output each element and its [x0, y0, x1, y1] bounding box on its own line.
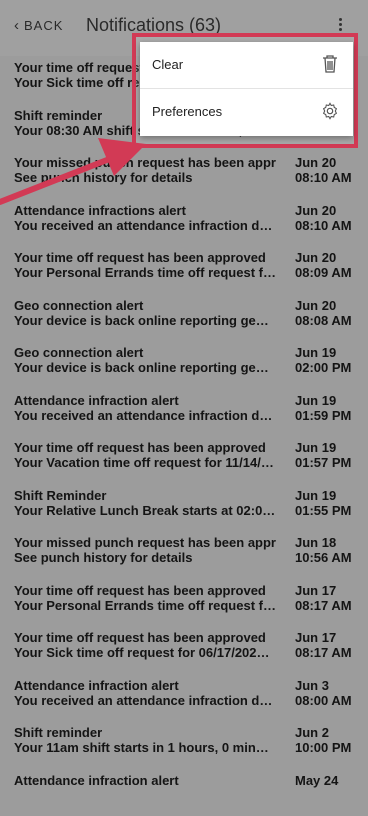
notification-body: Your Vacation time off request for 11/14…	[14, 455, 276, 470]
notification-date: Jun 18	[295, 535, 336, 550]
notification-body: Your Personal Errands time off request f…	[14, 265, 276, 280]
notification-time: 01:59 PM	[295, 408, 351, 423]
notification-body: You received an attendance infraction du…	[14, 408, 276, 423]
list-item[interactable]: Attendance infractions alert You receive…	[0, 199, 368, 247]
notification-title: Your time off request has been approved	[14, 630, 276, 645]
notification-date: Jun 19	[295, 393, 336, 408]
notification-body: See punch history for details	[14, 170, 276, 185]
notification-time: 01:57 PM	[295, 455, 351, 470]
notification-date: Jun 2	[295, 725, 329, 740]
notification-body: See punch history for details	[14, 550, 276, 565]
notification-date: Jun 19	[295, 345, 336, 360]
notification-title: Shift reminder	[14, 725, 276, 740]
list-item[interactable]: Your time off request has been approved …	[0, 579, 368, 627]
list-item[interactable]: Geo connection alert Your device is back…	[0, 294, 368, 342]
notification-time: 01:55 PM	[295, 503, 351, 518]
notification-time: 08:10 AM	[295, 218, 352, 233]
notification-body: Your device is back online reporting geo…	[14, 313, 276, 328]
list-item[interactable]: Shift Reminder Your Relative Lunch Break…	[0, 484, 368, 532]
list-item[interactable]: Geo connection alert Your device is back…	[0, 341, 368, 389]
notification-date: Jun 19	[295, 488, 336, 503]
notification-body: You received an attendance infraction du…	[14, 218, 276, 233]
list-item[interactable]: Your time off request has been approved …	[0, 246, 368, 294]
menu-item-preferences[interactable]: Preferences	[140, 89, 353, 135]
list-item[interactable]: Your time off request has been approved …	[0, 626, 368, 674]
list-item[interactable]: Your missed punch request has been appr.…	[0, 531, 368, 579]
back-label: BACK	[24, 18, 63, 33]
notification-date: Jun 19	[295, 440, 336, 455]
options-menu: Clear Preferences	[140, 42, 353, 136]
notification-title: Attendance infraction alert	[14, 393, 276, 408]
notification-date: May 24	[295, 773, 338, 788]
back-button[interactable]: ‹ BACK	[14, 18, 63, 33]
gear-icon	[321, 101, 339, 121]
notification-time: 10:00 PM	[295, 740, 351, 755]
trash-icon	[321, 54, 339, 74]
notification-title: Attendance infraction alert	[14, 773, 276, 788]
notification-time: 08:09 AM	[295, 265, 352, 280]
notification-time: 02:00 PM	[295, 360, 351, 375]
notification-body: Your Personal Errands time off request f…	[14, 598, 276, 613]
notification-time: 08:17 AM	[295, 598, 352, 613]
notification-title: Attendance infraction alert	[14, 678, 276, 693]
list-item[interactable]: Your time off request has been approved …	[0, 436, 368, 484]
notification-date: Jun 20	[295, 203, 336, 218]
notification-time: 08:10 AM	[295, 170, 352, 185]
chevron-left-icon: ‹	[14, 18, 20, 33]
notification-title: Your missed punch request has been appr.…	[14, 155, 276, 170]
notification-date: Jun 17	[295, 630, 336, 645]
menu-item-clear[interactable]: Clear	[140, 42, 353, 89]
list-item[interactable]: Attendance infraction alert May 24	[0, 769, 368, 816]
notification-title: Geo connection alert	[14, 298, 276, 313]
notification-date: Jun 17	[295, 583, 336, 598]
notification-date: Jun 20	[295, 250, 336, 265]
notification-date: Jun 20	[295, 155, 336, 170]
menu-item-label: Clear	[152, 57, 183, 72]
notification-title: Your time off request has been approved	[14, 440, 276, 455]
list-item[interactable]: Attendance infraction alert You received…	[0, 674, 368, 722]
notification-title: Your time off request has been approved	[14, 250, 276, 265]
notification-title: Your missed punch request has been appr.…	[14, 535, 276, 550]
notification-time: 08:08 AM	[295, 313, 352, 328]
notification-body: You received an attendance infraction du…	[14, 693, 276, 708]
notification-body: Your Relative Lunch Break starts at 02:0…	[14, 503, 276, 518]
list-item[interactable]: Your missed punch request has been appr.…	[0, 151, 368, 199]
notification-title: Your time off request has been approved	[14, 583, 276, 598]
list-item[interactable]: Attendance infraction alert You received…	[0, 389, 368, 437]
notification-time: 08:17 AM	[295, 645, 352, 660]
notification-body: Your 11am shift starts in 1 hours, 0 min…	[14, 740, 276, 755]
notification-date: Jun 20	[295, 298, 336, 313]
menu-item-label: Preferences	[152, 104, 222, 119]
notification-body: Your Sick time off request for 06/17/202…	[14, 645, 276, 660]
notification-title: Geo connection alert	[14, 345, 276, 360]
notification-title: Attendance infractions alert	[14, 203, 276, 218]
notification-time: 10:56 AM	[295, 550, 352, 565]
notification-list: Your time off request has been approved …	[0, 56, 368, 816]
list-item[interactable]: Shift reminder Your 11am shift starts in…	[0, 721, 368, 769]
notification-date: Jun 3	[295, 678, 329, 693]
notification-title: Shift Reminder	[14, 488, 276, 503]
notification-time: 08:00 AM	[295, 693, 352, 708]
notification-body: Your device is back online reporting geo…	[14, 360, 276, 375]
